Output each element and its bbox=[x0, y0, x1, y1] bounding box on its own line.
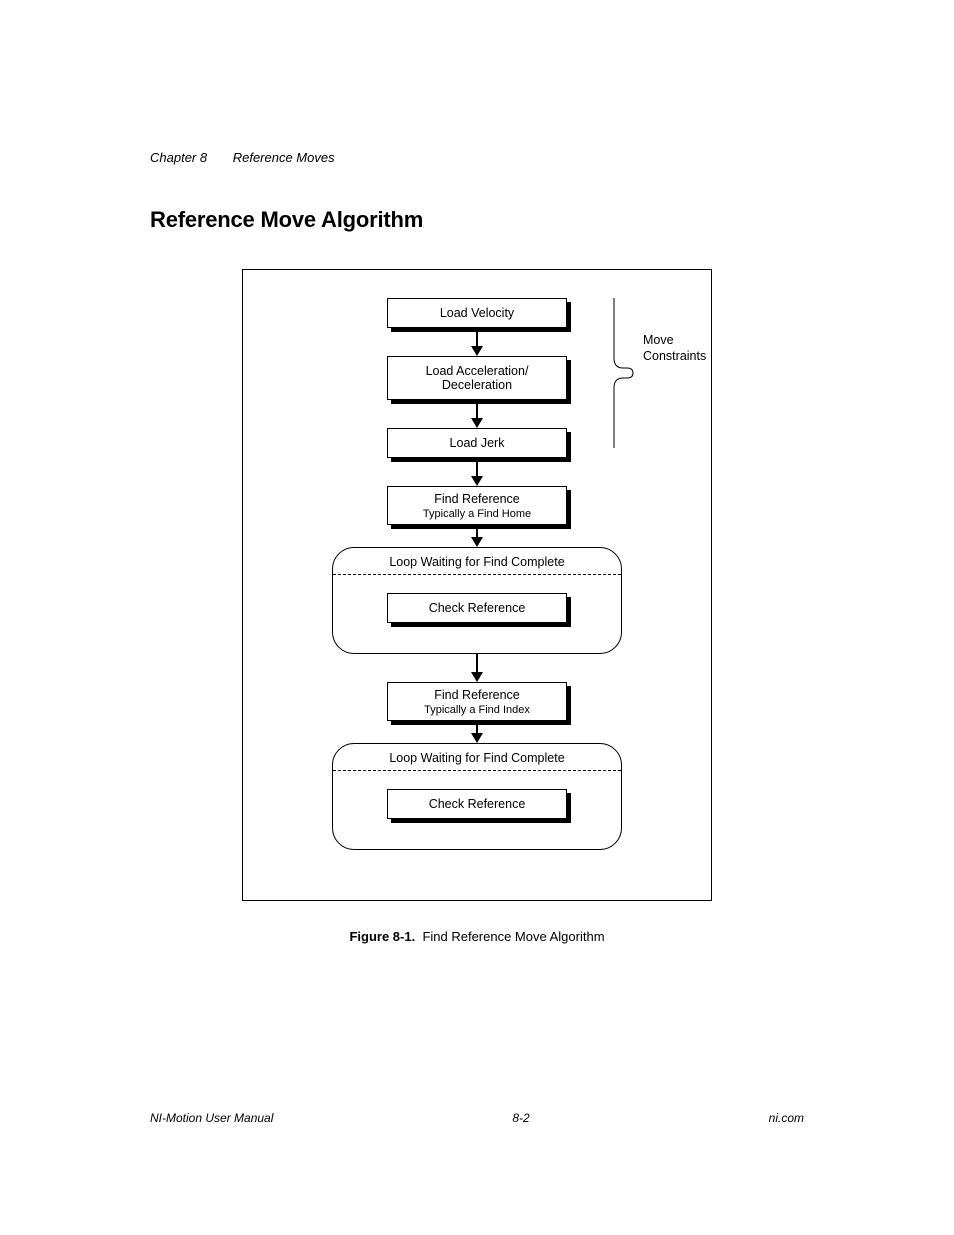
diagram-box-findref-index: Find Reference Typically a Find Index bbox=[387, 682, 567, 721]
chapter-title: Reference Moves bbox=[233, 150, 335, 165]
diagram-box-jerk: Load Jerk bbox=[387, 428, 567, 458]
arrow-down-icon bbox=[471, 733, 483, 743]
diagram-box-checkref-2: Check Reference bbox=[387, 789, 567, 819]
arrow-down-icon bbox=[471, 537, 483, 547]
figure-caption: Figure 8-1. Find Reference Move Algorith… bbox=[150, 929, 804, 944]
chapter-number: Chapter 8 bbox=[150, 150, 207, 165]
footer-page-number: 8-2 bbox=[512, 1111, 529, 1125]
footer-manual-title: NI-Motion User Manual bbox=[150, 1111, 273, 1125]
arrow-down-icon bbox=[471, 418, 483, 428]
section-heading: Reference Move Algorithm bbox=[150, 207, 804, 233]
loop-title: Loop Waiting for Find Complete bbox=[333, 548, 621, 575]
diagram-box-velocity: Load Velocity bbox=[387, 298, 567, 328]
page-footer: NI-Motion User Manual 8-2 ni.com bbox=[150, 1111, 804, 1125]
figure-caption-text: Find Reference Move Algorithm bbox=[422, 929, 604, 944]
loop-title: Loop Waiting for Find Complete bbox=[333, 744, 621, 771]
figure-label: Figure 8-1. bbox=[349, 929, 415, 944]
arrow-down-icon bbox=[471, 672, 483, 682]
diagram-box-findref-home: Find Reference Typically a Find Home bbox=[387, 486, 567, 525]
chapter-header: Chapter 8 Reference Moves bbox=[150, 150, 804, 165]
diagram-box-accel: Load Acceleration/ Deceleration bbox=[387, 356, 567, 400]
diagram-frame: Move Constraints Load Velocity Load Acce… bbox=[242, 269, 712, 901]
arrow-down-icon bbox=[471, 346, 483, 356]
diagram-loop-1: Loop Waiting for Find Complete Check Ref… bbox=[332, 547, 622, 654]
diagram-loop-2: Loop Waiting for Find Complete Check Ref… bbox=[332, 743, 622, 850]
diagram-box-checkref-1: Check Reference bbox=[387, 593, 567, 623]
arrow-down-icon bbox=[471, 476, 483, 486]
footer-url: ni.com bbox=[769, 1111, 804, 1125]
